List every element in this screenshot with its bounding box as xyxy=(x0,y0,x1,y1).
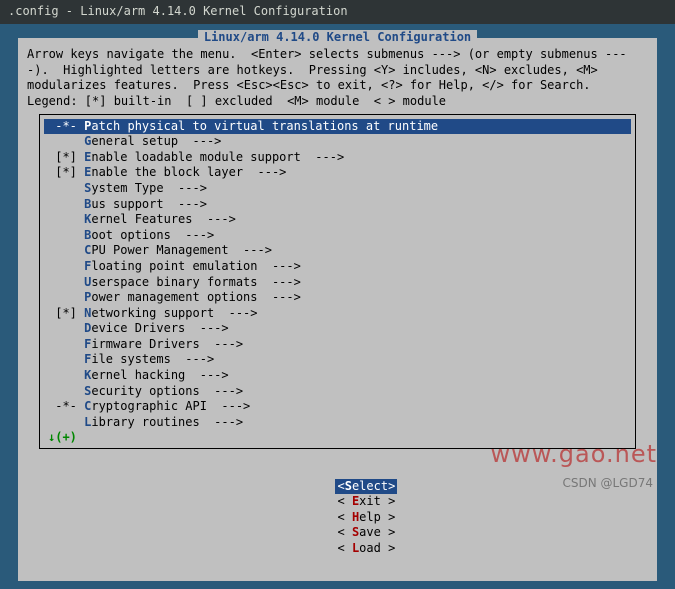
menu-item-text: evice Drivers ---> xyxy=(91,321,228,335)
menu-item-text: ibrary routines ---> xyxy=(91,415,243,429)
menu-item[interactable]: Power management options ---> xyxy=(44,290,631,306)
menu-item-label: Kernel hacking ---> xyxy=(84,368,229,384)
menu-item[interactable]: System Type ---> xyxy=(44,181,631,197)
terminal-area: Linux/arm 4.14.0 Kernel Configuration Ar… xyxy=(0,24,675,589)
select-button[interactable]: <Select> xyxy=(335,479,397,495)
menu-item-text: ile systems ---> xyxy=(91,352,214,366)
menu-item-text: atch physical to virtual translations at… xyxy=(91,119,438,133)
save-hotkey: S xyxy=(352,525,359,539)
menu-item-label: Userspace binary formats ---> xyxy=(84,275,301,291)
menu-item-bracket: [*] xyxy=(48,165,84,181)
menu-item[interactable]: [*] Enable the block layer ---> xyxy=(44,165,631,181)
menu-item-bracket xyxy=(48,134,84,150)
menu-item[interactable]: Kernel Features ---> xyxy=(44,212,631,228)
save-button[interactable]: < Save > xyxy=(335,525,397,541)
menu-item-label: Bus support ---> xyxy=(84,197,207,213)
menu-item[interactable]: Bus support ---> xyxy=(44,197,631,213)
menu-item-bracket xyxy=(48,243,84,259)
menu-item-bracket xyxy=(48,337,84,353)
menu-item[interactable]: File systems ---> xyxy=(44,352,631,368)
menu-item-label: Kernel Features ---> xyxy=(84,212,236,228)
button-bar: <Select> < Exit > < Help > < Save > < Lo… xyxy=(27,457,648,576)
menu-item-bracket xyxy=(48,368,84,384)
menu-item[interactable]: General setup ---> xyxy=(44,134,631,150)
dialog-title: Linux/arm 4.14.0 Kernel Configuration xyxy=(198,30,477,46)
menu-item[interactable]: Boot options ---> xyxy=(44,228,631,244)
menu-item-label: Boot options ---> xyxy=(84,228,214,244)
menu-item-bracket: [*] xyxy=(48,150,84,166)
menu-item-label: Cryptographic API ---> xyxy=(84,399,250,415)
menu-item-bracket: -*- xyxy=(48,399,84,415)
menu-item-text: ryptographic API ---> xyxy=(91,399,250,413)
menu-item-bracket xyxy=(48,290,84,306)
menu-item-label: File systems ---> xyxy=(84,352,214,368)
menu-item-bracket xyxy=(48,415,84,431)
menu-item-text: oot options ---> xyxy=(91,228,214,242)
menu-item[interactable]: Security options ---> xyxy=(44,384,631,400)
menu-item-text: nable the block layer ---> xyxy=(91,165,286,179)
menu-item-bracket xyxy=(48,352,84,368)
menu-item-bracket xyxy=(48,259,84,275)
menu-item-text: ower management options ---> xyxy=(91,290,301,304)
load-hotkey: L xyxy=(352,541,359,555)
menu-item[interactable]: -*- Patch physical to virtual translatio… xyxy=(44,119,631,135)
exit-button[interactable]: < Exit > xyxy=(335,494,397,510)
menu-item-bracket: [*] xyxy=(48,306,84,322)
menu-item-text: loating point emulation ---> xyxy=(91,259,301,273)
menu-item-text: ernel Features ---> xyxy=(91,212,236,226)
menu-item-bracket xyxy=(48,275,84,291)
menu-item-text: etworking support ---> xyxy=(91,306,257,320)
menu-item-text: ystem Type ---> xyxy=(91,181,207,195)
menu-item-label: General setup ---> xyxy=(84,134,221,150)
menu-item-label: Enable loadable module support ---> xyxy=(84,150,344,166)
menu-item-label: Enable the block layer ---> xyxy=(84,165,286,181)
menu-item[interactable]: Userspace binary formats ---> xyxy=(44,275,631,291)
menu-item[interactable]: Firmware Drivers ---> xyxy=(44,337,631,353)
menu-item[interactable]: Kernel hacking ---> xyxy=(44,368,631,384)
menu-item-label: CPU Power Management ---> xyxy=(84,243,272,259)
menu-item-label: Power management options ---> xyxy=(84,290,301,306)
menu-item-bracket xyxy=(48,197,84,213)
menu-item[interactable]: Device Drivers ---> xyxy=(44,321,631,337)
menu-item-text: serspace binary formats ---> xyxy=(91,275,301,289)
menu-listbox[interactable]: -*- Patch physical to virtual translatio… xyxy=(39,114,636,449)
menu-item-label: Networking support ---> xyxy=(84,306,257,322)
menu-item-label: Device Drivers ---> xyxy=(84,321,229,337)
menu-item-text: irmware Drivers ---> xyxy=(91,337,243,351)
menu-item-text: us support ---> xyxy=(91,197,207,211)
menu-item-bracket xyxy=(48,212,84,228)
menu-item-label: Patch physical to virtual translations a… xyxy=(84,119,438,135)
menu-item[interactable]: [*] Enable loadable module support ---> xyxy=(44,150,631,166)
select-hotkey: S xyxy=(345,479,352,493)
menu-item-label: Library routines ---> xyxy=(84,415,243,431)
menu-item-bracket xyxy=(48,181,84,197)
menu-item[interactable]: Library routines ---> xyxy=(44,415,631,431)
menu-item-text: ernel hacking ---> xyxy=(91,368,228,382)
menu-item-text: ecurity options ---> xyxy=(91,384,243,398)
window-title: .config - Linux/arm 4.14.0 Kernel Config… xyxy=(8,4,348,18)
menu-item-text: nable loadable module support ---> xyxy=(91,150,344,164)
help-button[interactable]: < Help > xyxy=(335,510,397,526)
menu-item-bracket xyxy=(48,228,84,244)
menu-item[interactable]: Floating point emulation ---> xyxy=(44,259,631,275)
menu-item-bracket xyxy=(48,384,84,400)
menu-item-text: PU Power Management ---> xyxy=(91,243,272,257)
menu-item-bracket xyxy=(48,321,84,337)
menu-item-label: Firmware Drivers ---> xyxy=(84,337,243,353)
menu-item-bracket: -*- xyxy=(48,119,84,135)
menu-item-label: Floating point emulation ---> xyxy=(84,259,301,275)
menu-item-label: Security options ---> xyxy=(84,384,243,400)
menu-item-label: System Type ---> xyxy=(84,181,207,197)
window-titlebar: .config - Linux/arm 4.14.0 Kernel Config… xyxy=(0,0,675,24)
menu-item[interactable]: CPU Power Management ---> xyxy=(44,243,631,259)
help-hotkey: H xyxy=(352,510,359,524)
load-button[interactable]: < Load > xyxy=(335,541,397,557)
scroll-down-indicator: ↓(+) xyxy=(40,430,635,446)
dialog-help-text: Arrow keys navigate the menu. <Enter> se… xyxy=(27,47,648,109)
menu-item-text: eneral setup ---> xyxy=(91,134,221,148)
menu-item[interactable]: -*- Cryptographic API ---> xyxy=(44,399,631,415)
menu-item[interactable]: [*] Networking support ---> xyxy=(44,306,631,322)
